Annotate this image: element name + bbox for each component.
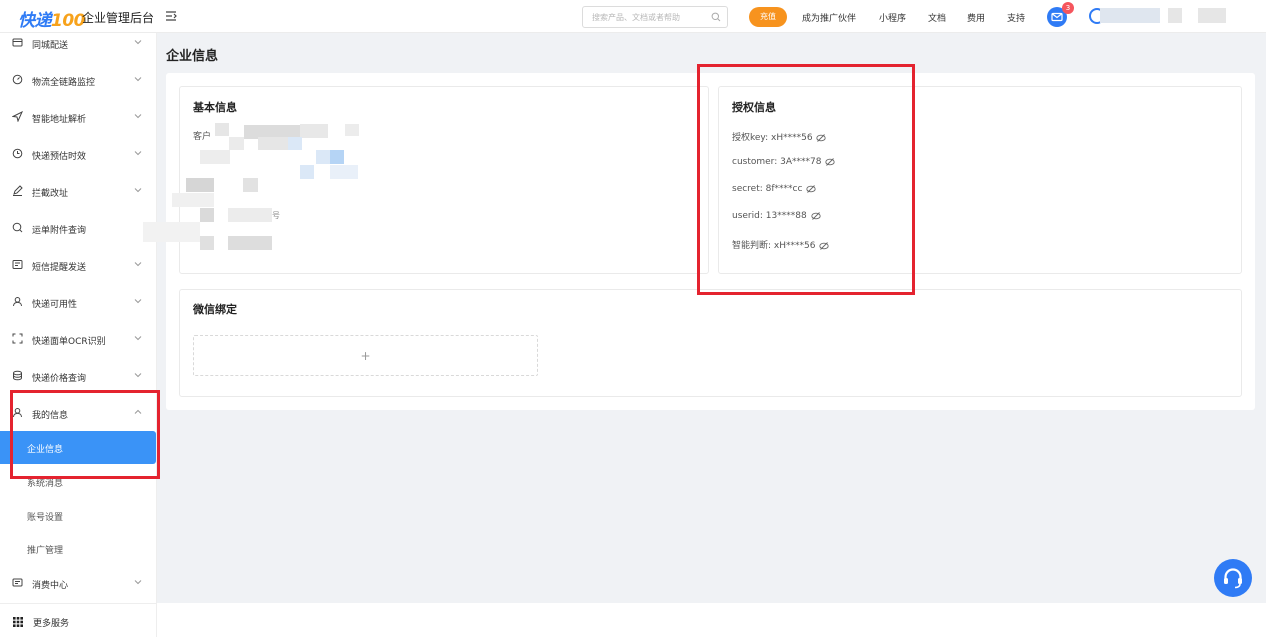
redacted-block [228, 208, 272, 222]
chevron-down-icon [134, 77, 142, 82]
username-blur [1100, 8, 1160, 23]
gauge-icon [12, 74, 23, 85]
grid-icon [13, 617, 23, 627]
redacted-tail: 号 [272, 211, 280, 220]
sidebar-item-label: 快递可用性 [32, 300, 78, 310]
chevron-down-icon [134, 580, 142, 585]
sidebar-item-label: 短信提醒发送 [32, 263, 87, 273]
nav-partner[interactable]: 成为推广伙伴 [802, 11, 856, 24]
chevron-down-icon [134, 188, 142, 193]
redacted-block [215, 123, 229, 136]
redacted-block [228, 236, 272, 250]
redacted-block [200, 208, 214, 222]
customer-label: 客户 [193, 132, 212, 142]
sidebar-item-label: 物流全链路监控 [32, 78, 96, 88]
mail-badge: 3 [1062, 2, 1074, 14]
customer-service-button[interactable] [1214, 559, 1252, 597]
sidebar-item-logistics-monitor[interactable]: 物流全链路监控 [0, 70, 157, 90]
highlight-box-auth [697, 64, 915, 295]
redacted-block [200, 150, 230, 164]
sidebar: 同城配送 物流全链路监控 智能地址解析 快递预估时效 拦截改址 运单附件查询 短… [0, 33, 157, 637]
username-blur [1168, 8, 1182, 23]
redacted-block [186, 178, 214, 192]
nav-fees[interactable]: 费用 [967, 11, 985, 24]
search-box[interactable] [582, 6, 728, 28]
scan-icon [12, 333, 23, 344]
sidebar-item-ocr[interactable]: 快递面单OCR识别 [0, 329, 157, 349]
user-icon [13, 297, 22, 307]
sidebar-item-label: 拦截改址 [32, 189, 69, 199]
database-icon [13, 370, 22, 381]
sidebar-item-eta[interactable]: 快递预估时效 [0, 144, 157, 164]
chevron-down-icon [134, 262, 142, 267]
top-bar: 快递100 企业管理后台 充值 成为推广伙伴 小程序 文档 费用 支持 3 [0, 0, 1266, 33]
sidebar-item-sms[interactable]: 短信提醒发送 [0, 255, 157, 275]
chevron-down-icon [134, 336, 142, 341]
chevron-down-icon [134, 373, 142, 378]
search-icon [12, 222, 23, 233]
clock-icon [12, 148, 23, 159]
chevron-down-icon [134, 151, 142, 156]
redacted-block [300, 165, 314, 179]
more-services-label: 更多服务 [33, 619, 70, 629]
chevron-down-icon [134, 299, 142, 304]
nav-docs[interactable]: 文档 [928, 11, 946, 24]
basic-info-title: 基本信息 [193, 101, 237, 114]
redacted-block [229, 137, 244, 150]
sidebar-item-consume[interactable]: 消费中心 [0, 573, 157, 593]
username-blur [1198, 8, 1226, 23]
sidebar-item-label: 快递价格查询 [32, 374, 87, 384]
redacted-block [200, 236, 214, 250]
redacted-block [345, 124, 359, 136]
wechat-binding-title: 微信绑定 [193, 303, 237, 316]
sidebar-item-availability[interactable]: 快递可用性 [0, 292, 157, 312]
sidebar-item-same-city[interactable]: 同城配送 [0, 33, 157, 53]
sidebar-item-label: 运单附件查询 [32, 226, 87, 236]
redacted-block [316, 150, 330, 164]
redacted-block [258, 137, 288, 150]
search-icon[interactable] [711, 12, 721, 22]
nav-support[interactable]: 支持 [1007, 11, 1025, 24]
sidebar-item-attachment-query[interactable]: 运单附件查询 [0, 218, 157, 238]
footer-area [157, 603, 1266, 637]
logo[interactable]: 快递100 [18, 6, 86, 31]
recharge-button[interactable]: 充值 [749, 7, 787, 27]
highlight-box-company [10, 390, 160, 479]
headset-icon [1224, 568, 1242, 589]
send-icon [12, 111, 23, 122]
sidebar-item-label: 快递预估时效 [32, 152, 87, 162]
sidebar-item-label: 智能地址解析 [32, 115, 87, 125]
edit-icon [13, 185, 23, 196]
sidebar-item-intercept[interactable]: 拦截改址 [0, 181, 157, 201]
message-icon [12, 260, 23, 269]
redacted-block [172, 193, 214, 207]
sidebar-item-label: 消费中心 [32, 581, 69, 591]
redacted-block [288, 137, 302, 150]
page-title: 企业信息 [166, 49, 219, 64]
sidebar-item-price-query[interactable]: 快递价格查询 [0, 366, 157, 386]
sidebar-item-label: 同城配送 [32, 41, 69, 51]
menu-collapse-icon[interactable] [165, 10, 177, 22]
wallet-icon [12, 578, 23, 587]
delivery-icon [12, 38, 23, 47]
brand-subtitle: 企业管理后台 [82, 11, 155, 25]
redacted-block [300, 124, 328, 138]
chevron-down-icon [134, 114, 142, 119]
redacted-block [143, 222, 200, 242]
chevron-down-icon [134, 40, 142, 45]
sidebar-item-address-parse[interactable]: 智能地址解析 [0, 107, 157, 127]
add-wechat-button[interactable]: + [193, 335, 538, 376]
redacted-block [330, 150, 344, 164]
search-input[interactable] [583, 7, 703, 27]
sidebar-item-label: 快递面单OCR识别 [32, 337, 106, 347]
sidebar-subitem-account-settings[interactable]: 账号设置 [27, 510, 63, 523]
redacted-block [330, 165, 358, 179]
nav-miniprogram[interactable]: 小程序 [879, 11, 906, 24]
more-services[interactable]: 更多服务 [0, 603, 157, 637]
redacted-block [243, 178, 258, 192]
sidebar-subitem-promotion[interactable]: 推广管理 [27, 543, 63, 556]
